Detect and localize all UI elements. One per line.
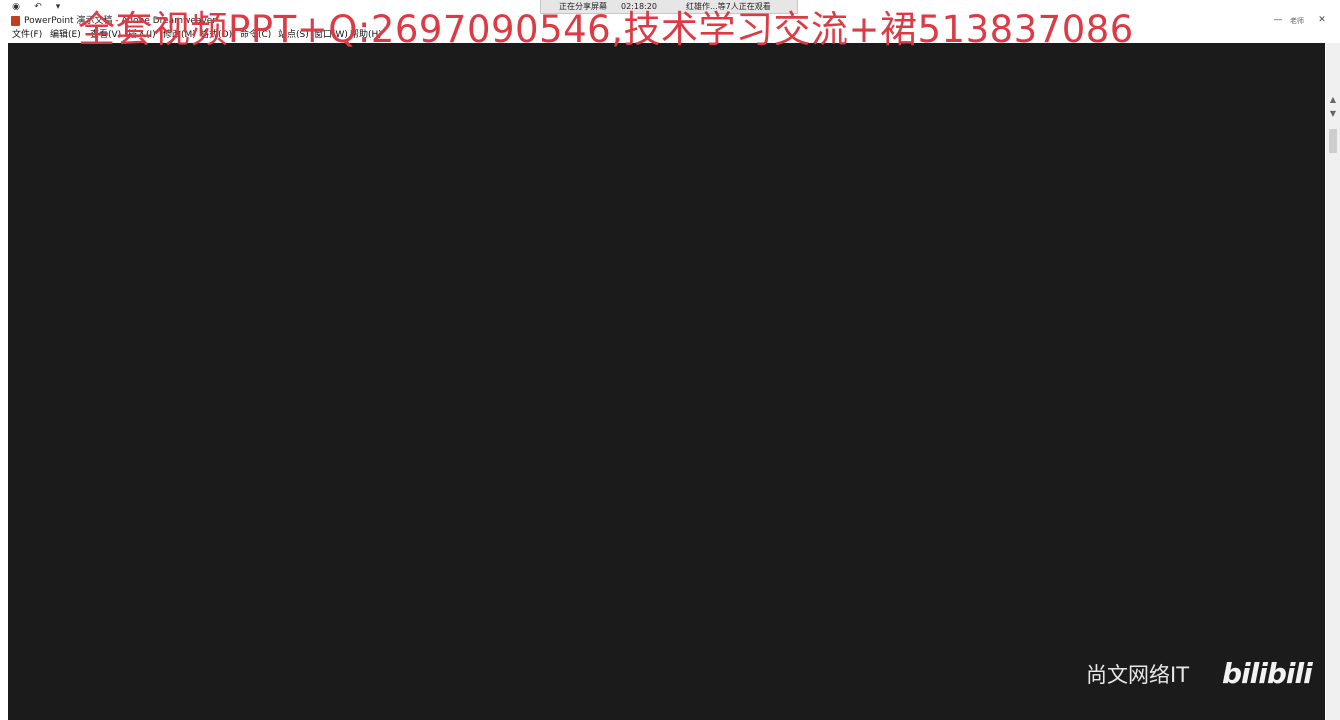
- channel-watermark: 尚文网络IT: [1086, 663, 1190, 687]
- bilibili-logo: bilibili: [1222, 657, 1313, 690]
- undo-icon[interactable]: ↶: [32, 1, 44, 13]
- slide-stage[interactable]: [8, 43, 1325, 720]
- menu-file[interactable]: 文件(F): [12, 28, 42, 42]
- overlay-contact-text: 全套视频PPT+Q:2697090546,技术学习交流+裙513837086: [78, 8, 1134, 51]
- powerpoint-icon: [11, 16, 20, 26]
- scroll-down-icon[interactable]: ▼: [1326, 107, 1340, 121]
- close-icon[interactable]: ✕: [1312, 14, 1332, 27]
- customize-icon[interactable]: ▾: [52, 1, 64, 13]
- scroll-thumb[interactable]: [1329, 129, 1337, 153]
- app-menu-icon[interactable]: ◉: [10, 1, 22, 13]
- vertical-scrollbar[interactable]: ▲ ▼: [1326, 43, 1340, 720]
- scroll-up-icon[interactable]: ▲: [1326, 93, 1340, 107]
- menu-edit[interactable]: 编辑(E): [50, 28, 81, 42]
- user-tag: 老师: [1290, 17, 1304, 25]
- minimize-icon[interactable]: —: [1268, 14, 1288, 27]
